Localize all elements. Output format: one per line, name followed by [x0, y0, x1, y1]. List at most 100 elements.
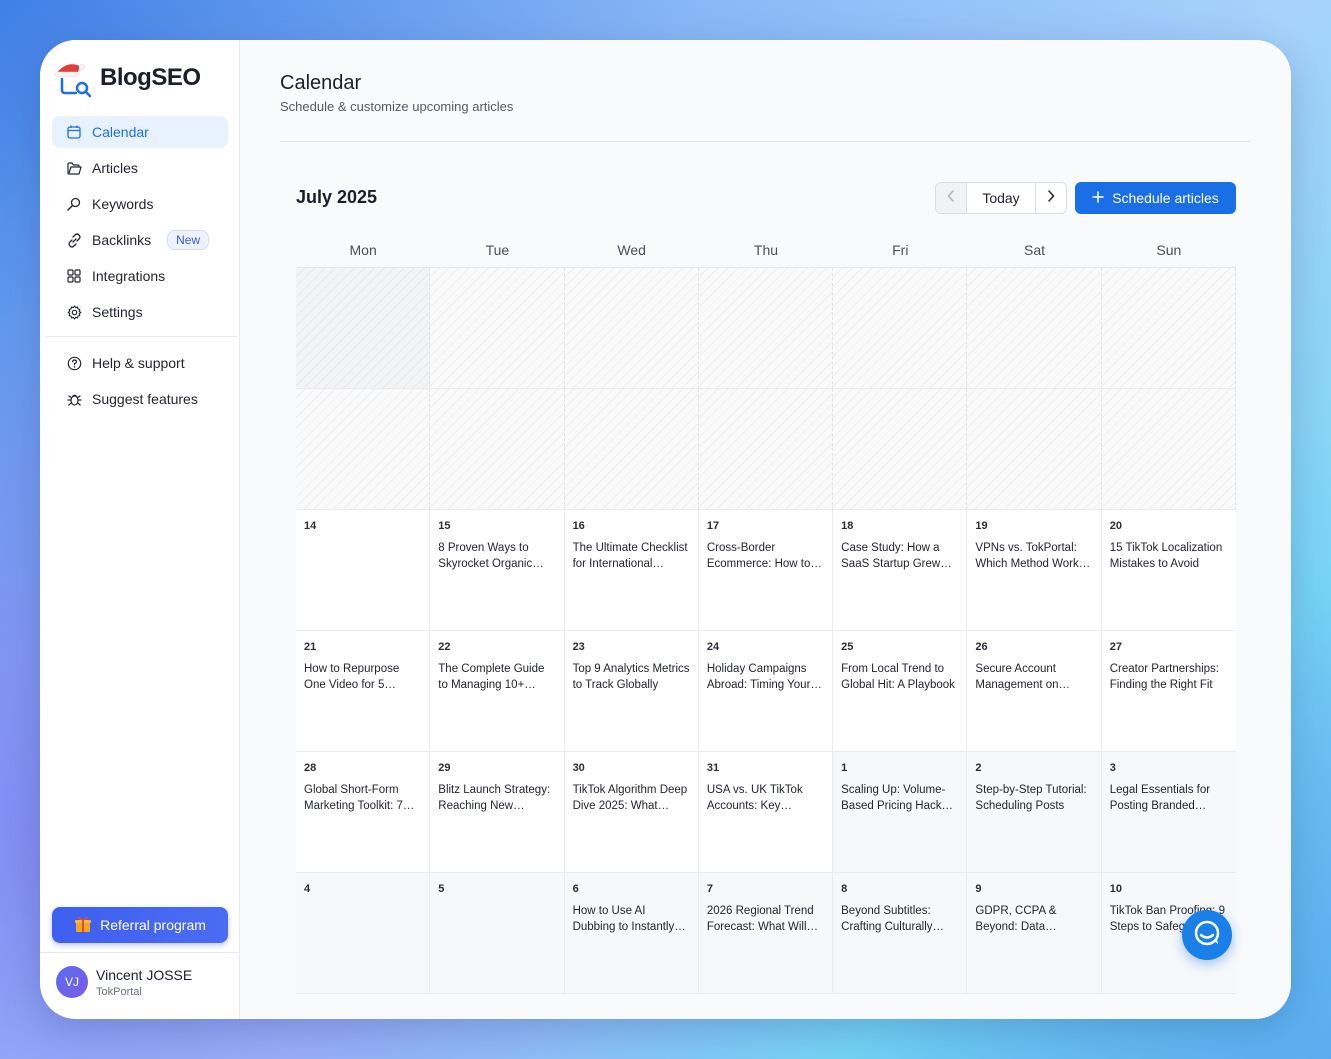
calendar-day-cell[interactable]: 15 8 Proven Ways to Skyrocket Organic Tra…	[430, 510, 565, 631]
main-content: Calendar Schedule & customize upcoming a…	[240, 40, 1291, 1019]
calendar-day-cell[interactable]: 20 15 TikTok Localization Mistakes to Avo…	[1101, 510, 1236, 631]
scheduled-article[interactable]: Scaling Up: Volume-Based Pricing Hacks E…	[841, 782, 958, 814]
logo[interactable]: BlogSEO	[52, 58, 201, 98]
chat-support-button[interactable]	[1182, 910, 1232, 960]
day-number: 29	[438, 762, 451, 774]
sidebar-item-keywords[interactable]: Keywords	[52, 188, 228, 220]
day-number: 23	[572, 641, 585, 653]
sidebar-item-settings[interactable]: Settings	[52, 296, 228, 328]
calendar-day-cell[interactable]: 17 Cross-Border Ecommerce: How to Sell on…	[698, 510, 834, 631]
schedule-articles-button[interactable]: Schedule articles	[1075, 182, 1236, 214]
logo-text: BlogSEO	[100, 64, 201, 91]
scheduled-article[interactable]: VPNs vs. TokPortal: Which Method Works B…	[975, 540, 1092, 572]
day-number: 26	[975, 641, 988, 653]
bug-icon	[66, 391, 82, 407]
scheduled-article[interactable]: From Local Trend to Global Hit: A Playbo…	[841, 661, 958, 693]
calendar-day-cell[interactable]: 29 Blitz Launch Strategy: Reaching New Ma…	[430, 752, 565, 873]
scheduled-article[interactable]: 15 TikTok Localization Mistakes to Avoid	[1110, 540, 1228, 572]
help-icon	[66, 355, 82, 371]
calendar-day-cell[interactable]: 4	[296, 873, 431, 994]
page-title: Calendar	[280, 72, 362, 94]
user-profile[interactable]: VJ Vincent JOSSE TokPortal	[56, 966, 192, 998]
scheduled-article[interactable]: The Ultimate Checklist for International…	[573, 540, 690, 572]
calendar-day-cell[interactable]: 8 Beyond Subtitles: Crafting Culturally R…	[833, 873, 968, 994]
schedule-articles-label: Schedule articles	[1112, 190, 1219, 206]
scheduled-article[interactable]: Step-by-Step Tutorial: Scheduling Posts	[975, 782, 1092, 814]
sidebar-item-suggest[interactable]: Suggest features	[52, 383, 228, 415]
calendar-day-cell[interactable]: 7 2026 Regional Trend Forecast: What Will…	[698, 873, 834, 994]
day-number: 16	[572, 520, 585, 532]
avatar: VJ	[56, 966, 88, 998]
scheduled-article[interactable]: Cross-Border Ecommerce: How to Sell on T…	[707, 540, 824, 572]
scheduled-article[interactable]: Beyond Subtitles: Crafting Culturally Re…	[841, 903, 958, 935]
calendar-day-cell[interactable]: 24 Holiday Campaigns Abroad: Timing Your …	[698, 631, 834, 752]
day-number: 6	[572, 883, 579, 895]
scheduled-article[interactable]: Secure Account Management on TikTok	[975, 661, 1092, 693]
today-button[interactable]: Today	[967, 183, 1035, 213]
sidebar-item-label: Suggest features	[92, 391, 198, 407]
day-number: 27	[1109, 641, 1122, 653]
calendar-day-cell[interactable]: 27 Creator Partnerships: Finding the Righ…	[1101, 631, 1236, 752]
calendar-day-cell[interactable]: 6 How to Use AI Dubbing to Instantly Loca…	[564, 873, 699, 994]
sidebar-item-integrations[interactable]: Integrations	[52, 260, 228, 292]
page-subtitle: Schedule & customize upcoming articles	[280, 99, 514, 114]
calendar-day-cell[interactable]: 23 Top 9 Analytics Metrics to Track Globa…	[564, 631, 699, 752]
calendar-day-cell[interactable]: 25 From Local Trend to Global Hit: A Play…	[833, 631, 968, 752]
day-number: 9	[975, 883, 982, 895]
scheduled-article[interactable]: 8 Proven Ways to Skyrocket Organic Traff…	[438, 540, 555, 572]
scheduled-article[interactable]: How to Repurpose One Video for 5 Markets	[304, 661, 421, 693]
scheduled-article[interactable]: 2026 Regional Trend Forecast: What Will …	[707, 903, 824, 935]
prev-month-button[interactable]	[936, 183, 967, 213]
grid-icon	[66, 268, 82, 284]
calendar-day-cell[interactable]: 1 Scaling Up: Volume-Based Pricing Hacks …	[833, 752, 968, 873]
scheduled-article[interactable]: Legal Essentials for Posting Branded Con…	[1110, 782, 1228, 814]
sidebar-item-backlinks[interactable]: Backlinks New	[52, 224, 228, 256]
sidebar-nav: Calendar Articles Keywords Backlinks New…	[46, 116, 238, 419]
calendar-day-cell[interactable]: 21 How to Repurpose One Video for 5 Marke…	[296, 631, 431, 752]
calendar-empty-cell	[967, 268, 1102, 389]
calendar-empty-cell	[430, 268, 565, 389]
calendar-day-cell[interactable]: 5	[430, 873, 565, 994]
scheduled-article[interactable]: Holiday Campaigns Abroad: Timing Your Po…	[707, 661, 824, 693]
weekday-label: Wed	[617, 241, 646, 258]
calendar-day-cell[interactable]: 2 Step-by-Step Tutorial: Scheduling Posts	[967, 752, 1102, 873]
calendar-empty-cell	[967, 389, 1102, 510]
scheduled-article[interactable]: USA vs. UK TikTok Accounts: Key Differen…	[707, 782, 824, 814]
sidebar-item-help[interactable]: Help & support	[52, 347, 228, 379]
weekday-label: Fri	[892, 241, 909, 258]
calendar-day-cell[interactable]: 22 The Complete Guide to Managing 10+ Acc…	[430, 631, 565, 752]
day-number: 22	[438, 641, 451, 653]
calendar-day-cell[interactable]: 18 Case Study: How a SaaS Startup Grew Ab…	[833, 510, 968, 631]
scheduled-article[interactable]: Top 9 Analytics Metrics to Track Globall…	[573, 661, 690, 693]
day-number: 21	[304, 641, 317, 653]
scheduled-article[interactable]: Blitz Launch Strategy: Reaching New Mark…	[438, 782, 555, 814]
search-icon	[66, 196, 82, 212]
day-number: 17	[706, 520, 720, 532]
scheduled-article[interactable]: GDPR, CCPA & Beyond: Data Compliance	[975, 903, 1092, 935]
sidebar-item-calendar[interactable]: Calendar	[52, 116, 228, 148]
calendar-day-cell[interactable]: 26 Secure Account Management on TikTok	[967, 631, 1102, 752]
scheduled-article[interactable]: TikTok Algorithm Deep Dive 2025: What Ch…	[573, 782, 690, 814]
sidebar-item-label: Integrations	[92, 268, 166, 284]
scheduled-article[interactable]: How to Use AI Dubbing to Instantly Local…	[573, 903, 690, 935]
referral-program-button[interactable]: Referral program	[52, 907, 228, 943]
scheduled-article[interactable]: Global Short-Form Marketing Toolkit: 7 T…	[304, 782, 421, 814]
calendar-empty-cell	[1101, 389, 1236, 510]
calendar-day-cell[interactable]: 9 GDPR, CCPA & Beyond: Data Compliance	[967, 873, 1102, 994]
calendar-day-cell[interactable]: 30 TikTok Algorithm Deep Dive 2025: What …	[564, 752, 699, 873]
calendar-empty-cell	[564, 268, 699, 389]
scheduled-article[interactable]: Creator Partnerships: Finding the Right …	[1110, 661, 1228, 693]
weekday-label: Sun	[1156, 241, 1182, 258]
chevron-right-icon	[1047, 189, 1055, 207]
scheduled-article[interactable]: The Complete Guide to Managing 10+ Accou…	[438, 661, 555, 693]
calendar-day-cell[interactable]: 14	[296, 510, 431, 631]
next-month-button[interactable]	[1035, 183, 1066, 213]
calendar-day-cell[interactable]: 3 Legal Essentials for Posting Branded Co…	[1101, 752, 1236, 873]
scheduled-article[interactable]: Case Study: How a SaaS Startup Grew Abro…	[841, 540, 958, 572]
calendar-day-cell[interactable]: 28 Global Short-Form Marketing Toolkit: 7…	[296, 752, 431, 873]
day-number: 3	[1109, 762, 1116, 774]
calendar-day-cell[interactable]: 16 The Ultimate Checklist for Internation…	[564, 510, 699, 631]
calendar-day-cell[interactable]: 31 USA vs. UK TikTok Accounts: Key Differ…	[698, 752, 834, 873]
calendar-day-cell[interactable]: 19 VPNs vs. TokPortal: Which Method Works…	[967, 510, 1102, 631]
sidebar-item-articles[interactable]: Articles	[52, 152, 228, 184]
